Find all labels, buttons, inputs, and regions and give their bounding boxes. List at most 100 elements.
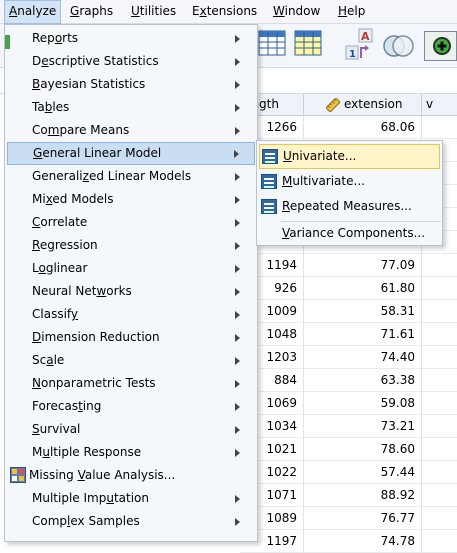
menu-item-mixed-models[interactable]: Mixed Models <box>5 188 257 211</box>
submenu-arrow-icon <box>235 242 240 250</box>
menu-item-reports[interactable]: Reports <box>5 27 257 50</box>
menu-analyze[interactable]: Analyze <box>4 0 62 24</box>
yellow-grid-icon[interactable] <box>294 30 322 56</box>
column-header-next-label: v <box>426 97 434 111</box>
menu-item-text-post: pare Means <box>59 123 130 137</box>
venn-sets-icon[interactable] <box>382 32 416 60</box>
menu-item-survival[interactable]: Survival <box>5 418 257 441</box>
cell-extension[interactable]: 58.31 <box>304 300 422 323</box>
menu-item-dimension-reduction[interactable]: Dimension Reduction <box>5 326 257 349</box>
glm-procedure-icon <box>261 199 277 214</box>
menu-item-compare-means[interactable]: Compare Means <box>5 119 257 142</box>
submenu-item-variance-components[interactable]: Variance Components... <box>257 221 442 246</box>
menu-extensions-pre: E <box>192 4 200 18</box>
menu-item-text-pre: Ta <box>32 100 45 114</box>
menu-help[interactable]: Help <box>334 0 369 24</box>
cell-extension[interactable]: 68.06 <box>304 116 422 139</box>
cell-empty[interactable] <box>422 461 457 484</box>
analyze-menu: Reports Descriptive Statistics Bayesian St… <box>4 24 258 542</box>
menu-item-text-post: ex Samples <box>70 514 140 528</box>
menu-item-complex-samples[interactable]: Complex Samples <box>5 510 257 533</box>
cell-empty[interactable] <box>422 415 457 438</box>
cell-empty[interactable] <box>422 369 457 392</box>
submenu-item-text-post: ariance Components... <box>289 226 426 240</box>
menu-item-nonparametric-tests[interactable]: Nonparametric Tests <box>5 372 257 395</box>
submenu-item-text-mn: U <box>283 149 292 163</box>
menu-utilities[interactable]: Utilities <box>127 0 180 24</box>
cell-empty[interactable] <box>422 392 457 415</box>
menu-utilities-mnemonic: U <box>131 4 140 18</box>
menu-item-classify[interactable]: Classify <box>5 303 257 326</box>
menu-item-text-post: ltiple Response <box>49 445 142 459</box>
menu-item-generalized-linear-models[interactable]: Generalized Linear Models <box>5 165 257 188</box>
menu-item-neural-networks[interactable]: Neural Networks <box>5 280 257 303</box>
cell-extension[interactable]: 88.92 <box>304 484 422 507</box>
menu-item-text-post: orrelate <box>40 215 88 229</box>
menu-item-loglinear[interactable]: Loglinear <box>5 257 257 280</box>
cell-empty[interactable] <box>422 507 457 530</box>
submenu-arrow-icon <box>235 35 240 43</box>
cell-extension[interactable]: 73.21 <box>304 415 422 438</box>
menu-item-text-mn: m <box>47 123 60 137</box>
cell-empty[interactable] <box>422 484 457 507</box>
cell-empty[interactable] <box>422 323 457 346</box>
cell-extension[interactable]: 76.77 <box>304 507 422 530</box>
menu-item-text-mn: B <box>32 77 41 91</box>
menu-item-correlate[interactable]: Correlate <box>5 211 257 234</box>
menu-item-tables[interactable]: Tables <box>5 96 257 119</box>
cell-extension[interactable]: 61.80 <box>304 277 422 300</box>
menu-item-bayesian-statistics[interactable]: Bayesian Statistics <box>5 73 257 96</box>
submenu-arrow-icon <box>235 518 240 526</box>
menu-item-regression[interactable]: Regression <box>5 234 257 257</box>
cell-extension[interactable]: 74.40 <box>304 346 422 369</box>
column-header-next[interactable]: v <box>422 94 457 116</box>
submenu-item-univariate[interactable]: Univariate... <box>259 144 440 169</box>
menu-item-text-post: urvival <box>39 422 81 436</box>
menu-item-text-pre: Co <box>32 123 48 137</box>
menu-item-text-post: rts <box>62 31 79 45</box>
submenu-arrow-icon <box>235 311 240 319</box>
menu-item-scale[interactable]: Scale <box>5 349 257 372</box>
menu-item-text-post: tation <box>113 491 149 505</box>
cell-extension[interactable]: 78.60 <box>304 438 422 461</box>
menu-window[interactable]: Window <box>269 0 324 24</box>
cell-extension[interactable]: 77.09 <box>304 254 422 277</box>
cell-empty[interactable] <box>422 438 457 461</box>
menu-item-descriptive-statistics[interactable]: Descriptive Statistics <box>5 50 257 73</box>
menu-item-text-mn: w <box>96 284 107 298</box>
menu-item-text-mn: G <box>33 146 43 160</box>
cell-empty[interactable] <box>422 346 457 369</box>
cell-extension[interactable]: 71.61 <box>304 323 422 346</box>
missing-values-icon <box>10 467 26 483</box>
menu-item-text-pre: Rep <box>32 31 55 45</box>
menu-item-missing-value-analysis[interactable]: Missing Value Analysis... <box>5 464 257 487</box>
add-button[interactable] <box>424 31 457 61</box>
submenu-arrow-icon <box>235 403 240 411</box>
menu-graphs[interactable]: Graphs <box>66 0 117 24</box>
cell-empty[interactable] <box>422 300 457 323</box>
menu-item-text-post: ed Linear Models <box>88 169 192 183</box>
table-grid-icon[interactable] <box>258 30 286 56</box>
cell-extension[interactable]: 59.08 <box>304 392 422 415</box>
menu-item-forecasting[interactable]: Forecasting <box>5 395 257 418</box>
menu-item-text-pre: D <box>32 54 42 68</box>
submenu-arrow-icon <box>234 150 239 158</box>
submenu-item-multivariate[interactable]: Multivariate... <box>257 169 442 194</box>
cell-empty[interactable] <box>422 254 457 277</box>
cell-extension[interactable]: 63.38 <box>304 369 422 392</box>
menu-item-text-post: imension Reduction <box>41 330 160 344</box>
menu-item-multiple-response[interactable]: Multiple Response <box>5 441 257 464</box>
menu-item-general-linear-model[interactable]: General Linear Model <box>7 142 255 165</box>
menu-help-mnemonic: H <box>338 4 348 18</box>
cell-empty[interactable] <box>422 277 457 300</box>
column-header-extension[interactable]: extension <box>304 94 422 116</box>
menu-item-text-pre: Forecas <box>32 399 79 413</box>
glm-procedure-icon <box>262 149 278 164</box>
menu-extensions[interactable]: Extensions <box>188 0 261 24</box>
cell-extension[interactable]: 57.44 <box>304 461 422 484</box>
submenu-item-repeated-measures[interactable]: Repeated Measures... <box>257 194 442 219</box>
value-labels-icon[interactable]: A 1 <box>344 28 376 62</box>
submenu-item-text-mn: R <box>282 199 290 213</box>
menu-item-multiple-imputation[interactable]: Multiple Imputation <box>5 487 257 510</box>
cell-empty[interactable] <box>422 116 457 139</box>
